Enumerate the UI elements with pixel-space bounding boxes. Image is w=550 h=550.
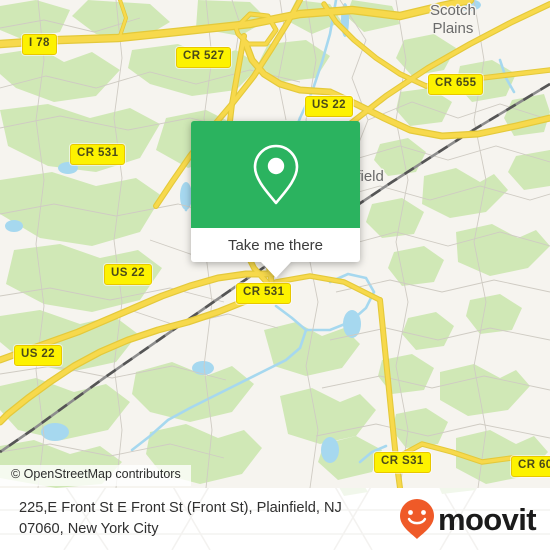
moovit-logo[interactable]: moovit: [399, 498, 537, 540]
address-line-2: 07060, New York City: [19, 521, 159, 537]
road-shield-us-22-left: US 22: [14, 345, 62, 366]
road-shield-cr-602: CR 602: [511, 456, 550, 477]
openstreetmap-attribution[interactable]: © OpenStreetMap contributors: [0, 465, 191, 486]
road-shield-us-22-top: US 22: [305, 96, 353, 117]
road-shield-cr-531-center: CR 531: [236, 283, 292, 304]
location-pin-icon: [253, 144, 298, 204]
moovit-smile-pin-icon: [399, 499, 434, 539]
moovit-wordmark: moovit: [437, 501, 537, 537]
location-popup-card[interactable]: Take me there: [191, 121, 360, 278]
popup-action-bar[interactable]: Take me there: [191, 228, 360, 262]
road-shield-cr-655: CR 655: [428, 74, 484, 95]
address-line-1: 225,E Front St E Front St (Front St), Pl…: [19, 500, 342, 517]
road-shield-cr-s31-bottom: CR S31: [374, 452, 431, 473]
map-canvas[interactable]: I 78 CR 527 US 22 CR 655 CR 531 US 22 CR 531 US…: [0, 0, 550, 488]
address-text: 225,E Front St E Front St (Front St), Pl…: [19, 498, 342, 539]
popup-pointer-tail: [260, 262, 291, 278]
road-shield-us-22-mid: US 22: [104, 264, 152, 285]
moovit-map-screenshot: I 78 CR 527 US 22 CR 655 CR 531 US 22 CR 531 US…: [0, 0, 550, 550]
take-me-there-label: Take me there: [227, 236, 324, 254]
place-label-scotch-plains: Scotch Plains: [430, 2, 476, 37]
road-shield-cr-531-left: CR 531: [70, 144, 126, 165]
road-shield-cr-527: CR 527: [176, 47, 232, 68]
page-footer: 225,E Front St E Front St (Front St), Pl…: [0, 488, 550, 550]
road-shield-i-78: I 78: [22, 34, 57, 55]
popup-header: [191, 121, 360, 228]
